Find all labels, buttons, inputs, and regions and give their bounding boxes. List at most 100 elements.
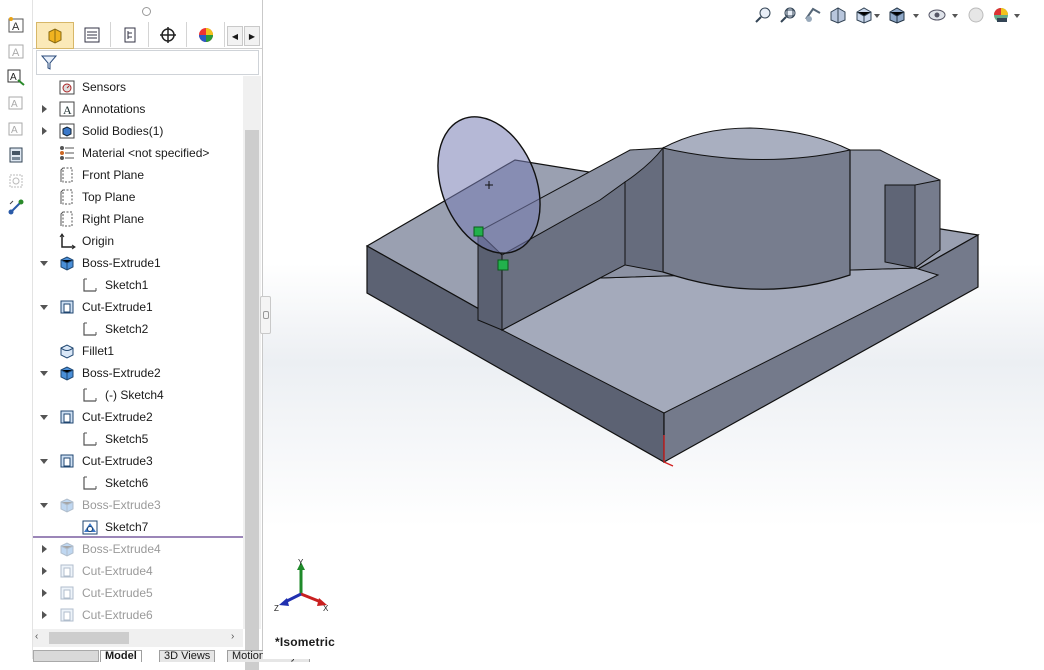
slot-face[interactable] bbox=[884, 184, 916, 269]
collapse-arrow-icon[interactable] bbox=[39, 302, 49, 312]
expand-arrow-icon[interactable] bbox=[39, 610, 49, 620]
zoom-to-area-icon[interactable] bbox=[778, 4, 798, 26]
tree-item-label: Boss-Extrude2 bbox=[82, 366, 161, 380]
panel-grip[interactable] bbox=[142, 7, 151, 16]
relations-icon[interactable] bbox=[5, 196, 27, 218]
sketch-point-handle[interactable] bbox=[497, 259, 509, 271]
dimxpert-tab[interactable] bbox=[150, 22, 187, 47]
tree-item[interactable]: (-) Sketch4 bbox=[33, 384, 243, 406]
collapse-arrow-icon[interactable] bbox=[39, 412, 49, 422]
tree-item[interactable]: Sketch7 bbox=[33, 516, 243, 538]
tab-scroll-controls[interactable] bbox=[33, 650, 99, 662]
balloon-icon[interactable]: A bbox=[5, 92, 27, 114]
tabs-scroll-left-button[interactable]: ◀ bbox=[227, 26, 243, 46]
edit-appearance-icon[interactable] bbox=[966, 4, 986, 26]
sketch-icon bbox=[83, 322, 97, 336]
cut-extrude-icon bbox=[60, 608, 74, 622]
weld-symbol-icon[interactable] bbox=[5, 144, 27, 166]
svg-text:A: A bbox=[63, 103, 72, 117]
tree-item[interactable]: Origin bbox=[33, 230, 243, 252]
tree-item[interactable]: Cut-Extrude3 bbox=[33, 450, 243, 472]
tree-item[interactable]: Boss-Extrude3 bbox=[33, 494, 243, 516]
tree-item[interactable]: Top Plane bbox=[33, 186, 243, 208]
smart-dimension-icon[interactable]: A bbox=[5, 14, 27, 36]
view-orientation-icon[interactable] bbox=[854, 4, 874, 26]
section-view-icon[interactable] bbox=[828, 4, 848, 26]
collapse-arrow-icon[interactable] bbox=[39, 368, 49, 378]
feature-manager-tab[interactable] bbox=[36, 22, 74, 49]
part-model[interactable] bbox=[263, 0, 1044, 659]
tree-item[interactable]: Right Plane bbox=[33, 208, 243, 230]
tab-model[interactable]: Model bbox=[100, 650, 142, 662]
solid-bodies-icon bbox=[59, 123, 75, 139]
tree-item[interactable]: Sketch2 bbox=[33, 318, 243, 340]
tab-3d-views[interactable]: 3D Views bbox=[159, 650, 216, 662]
tree-item-label: Sketch1 bbox=[105, 278, 149, 292]
crosshair-icon bbox=[160, 26, 176, 43]
property-manager-tab[interactable] bbox=[74, 22, 111, 47]
tree-item[interactable]: Boss-Extrude1 bbox=[33, 252, 243, 274]
rollback-bar[interactable] bbox=[33, 536, 243, 538]
zoom-to-fit-icon[interactable] bbox=[753, 4, 773, 26]
tree-item-label: Cut-Extrude1 bbox=[82, 300, 153, 314]
dropdown-caret-icon[interactable] bbox=[952, 14, 958, 18]
tree-vertical-scrollbar[interactable] bbox=[243, 76, 261, 670]
tree-item[interactable]: Boss-Extrude2 bbox=[33, 362, 243, 384]
svg-text:A: A bbox=[12, 47, 20, 59]
tree-item[interactable]: A Annotations bbox=[33, 98, 243, 120]
hide-show-items-icon[interactable] bbox=[927, 4, 947, 26]
tree-item[interactable]: Front Plane bbox=[33, 164, 243, 186]
sketch-fix-icon[interactable] bbox=[5, 170, 27, 192]
display-style-icon[interactable] bbox=[887, 4, 907, 26]
scroll-left-arrow-icon[interactable]: ‹ bbox=[35, 631, 38, 642]
heads-up-view-toolbar bbox=[750, 2, 1044, 28]
expand-arrow-icon[interactable] bbox=[39, 588, 49, 598]
tree-item[interactable]: Boss-Extrude4 bbox=[33, 538, 243, 560]
reference-icon[interactable]: A bbox=[5, 118, 27, 140]
tree-filter-field[interactable] bbox=[36, 50, 259, 75]
graphics-viewport[interactable]: Y X Z bbox=[263, 0, 1044, 659]
tree-item[interactable]: Sketch1 bbox=[33, 274, 243, 296]
cylinder-boss-face[interactable] bbox=[662, 138, 851, 290]
tree-item-label: Top Plane bbox=[82, 190, 136, 204]
previous-view-icon[interactable] bbox=[803, 4, 823, 26]
expand-arrow-icon[interactable] bbox=[39, 566, 49, 576]
sketch-icon bbox=[83, 476, 97, 490]
expand-arrow-icon[interactable] bbox=[39, 104, 49, 114]
tree-item[interactable]: Cut-Extrude2 bbox=[33, 406, 243, 428]
scrollbar-thumb[interactable] bbox=[49, 632, 129, 644]
svg-text:A: A bbox=[11, 125, 18, 136]
scroll-right-arrow-icon[interactable]: › bbox=[231, 631, 234, 642]
annotation-note-icon[interactable]: A bbox=[5, 66, 27, 88]
dropdown-caret-icon[interactable] bbox=[874, 14, 880, 18]
collapse-arrow-icon[interactable] bbox=[39, 500, 49, 510]
tree-item[interactable]: Cut-Extrude4 bbox=[33, 560, 243, 582]
tree-item[interactable]: Cut-Extrude1 bbox=[33, 296, 243, 318]
boss-extrude-icon bbox=[60, 498, 74, 513]
dropdown-caret-icon[interactable] bbox=[913, 14, 919, 18]
tree-item[interactable]: Sketch5 bbox=[33, 428, 243, 450]
tree-item[interactable]: Solid Bodies(1) bbox=[33, 120, 243, 142]
tree-item-label: Cut-Extrude4 bbox=[82, 564, 153, 578]
tree-horizontal-scrollbar[interactable]: ‹ › bbox=[33, 629, 243, 647]
display-manager-tab[interactable] bbox=[188, 22, 225, 47]
dropdown-caret-icon[interactable] bbox=[1014, 14, 1020, 18]
triad-y-label: Y bbox=[298, 558, 304, 567]
sketch-point-handle[interactable] bbox=[473, 226, 484, 237]
tabs-scroll-right-button[interactable]: ▶ bbox=[244, 26, 260, 46]
tree-item[interactable]: Cut-Extrude6 bbox=[33, 604, 243, 626]
collapse-arrow-icon[interactable] bbox=[39, 456, 49, 466]
expand-arrow-icon[interactable] bbox=[39, 126, 49, 136]
scrollbar-thumb[interactable] bbox=[245, 130, 259, 670]
tree-item[interactable]: Sketch6 bbox=[33, 472, 243, 494]
tree-item[interactable]: Fillet1 bbox=[33, 340, 243, 362]
auto-dimension-icon[interactable]: A bbox=[5, 40, 27, 62]
tree-item[interactable]: Sensors bbox=[33, 76, 243, 98]
apply-scene-icon[interactable] bbox=[991, 4, 1011, 26]
panel-splitter-handle[interactable] bbox=[260, 296, 271, 334]
collapse-arrow-icon[interactable] bbox=[39, 258, 49, 268]
tree-item[interactable]: Cut-Extrude5 bbox=[33, 582, 243, 604]
configuration-manager-tab[interactable] bbox=[112, 22, 149, 47]
expand-arrow-icon[interactable] bbox=[39, 544, 49, 554]
tree-item[interactable]: Material <not specified> bbox=[33, 142, 243, 164]
